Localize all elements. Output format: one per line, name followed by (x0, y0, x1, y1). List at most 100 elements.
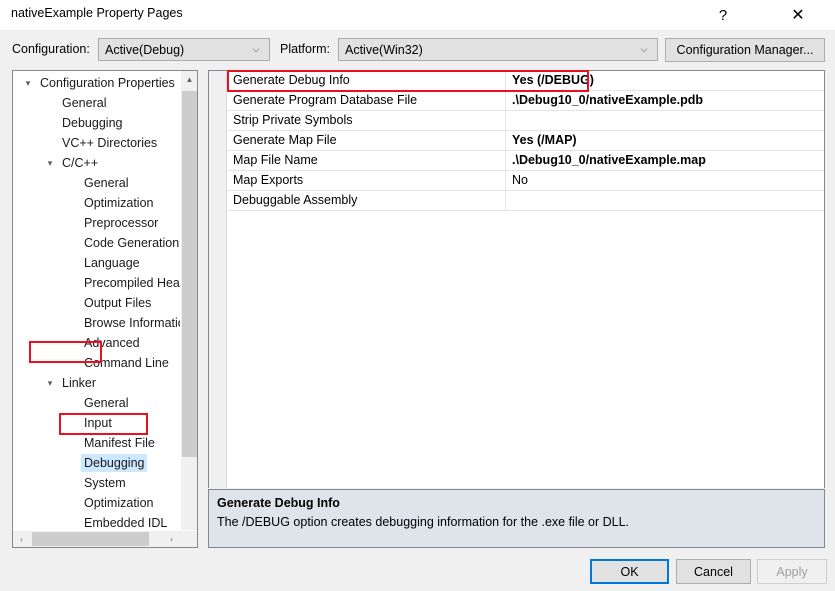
property-row[interactable]: Map File Name .\Debug10_0/nativeExample.m… (227, 151, 824, 171)
property-value[interactable] (506, 111, 824, 130)
tree-item-label: System (84, 476, 126, 490)
tree-horizontal-scrollbar[interactable]: ‹ › (13, 530, 197, 547)
tree-item-label: Optimization (84, 496, 154, 510)
description-panel: Generate Debug Info The /DEBUG option cr… (208, 489, 825, 548)
title-bar: nativeExample Property Pages ? ✕ (0, 0, 835, 30)
cancel-button[interactable]: Cancel (676, 559, 751, 584)
configuration-manager-button[interactable]: Configuration Manager... (665, 38, 825, 62)
tree-item-code-generation[interactable]: Code Generation (13, 233, 181, 253)
tree-item-c-c[interactable]: ▾ C/C++ (13, 153, 181, 173)
property-grid-gutter (209, 71, 227, 488)
property-row[interactable]: Generate Map File Yes (/MAP) (227, 131, 824, 151)
tree-item-general[interactable]: General (13, 393, 181, 413)
tree-item-label: Preprocessor (84, 216, 159, 230)
tree-item-label: Language (84, 256, 140, 270)
property-name: Debuggable Assembly (227, 191, 506, 210)
tree-item-label: Linker (62, 376, 97, 390)
configuration-tree[interactable]: ▾ Configuration Properties General Debuggin… (12, 70, 198, 548)
window-title: nativeExample Property Pages (11, 6, 183, 20)
description-title: Generate Debug Info (217, 496, 340, 510)
tree-item-preprocessor[interactable]: Preprocessor (13, 213, 181, 233)
tree-vertical-scrollbar[interactable]: ▲ ▼ (180, 71, 197, 547)
tree-item-debugging[interactable]: Debugging (13, 453, 181, 473)
chevron-down-icon: ⌵ (640, 44, 648, 54)
configuration-dropdown[interactable]: Active(Debug) ⌵ (98, 38, 270, 61)
platform-dropdown[interactable]: Active(Win32) ⌵ (338, 38, 658, 61)
tree-item-output-files[interactable]: Output Files (13, 293, 181, 313)
tree-item-debugging[interactable]: Debugging (13, 113, 181, 133)
chevron-down-icon[interactable]: ▾ (21, 73, 35, 93)
property-value[interactable]: Yes (/MAP) (506, 131, 824, 150)
close-icon[interactable]: ✕ (775, 0, 821, 30)
platform-label: Platform: (280, 42, 331, 56)
tree-item-label: C/C++ (62, 156, 99, 170)
property-name: Map Exports (227, 171, 506, 190)
scroll-up-icon[interactable]: ▲ (181, 71, 197, 88)
tree-item-label: Output Files (84, 296, 152, 310)
tree-item-general[interactable]: General (13, 173, 181, 193)
tree-item-label: Debugging (62, 116, 123, 130)
configuration-label: Configuration: (12, 42, 90, 56)
tree-item-list: ▾ Configuration Properties General Debuggin… (13, 73, 181, 533)
tree-item-label: Input (84, 416, 112, 430)
tree-item-general[interactable]: General (13, 93, 181, 113)
tree-item-command-line[interactable]: Command Line (13, 353, 181, 373)
tree-item-configuration-properties[interactable]: ▾ Configuration Properties (13, 73, 181, 93)
scrollbar-corner (180, 531, 197, 547)
tree-item-label: General (84, 176, 129, 190)
tree-item-label: General (84, 396, 129, 410)
property-name: Generate Debug Info (227, 71, 506, 90)
property-row[interactable]: Debuggable Assembly (227, 191, 824, 211)
property-value[interactable] (506, 191, 824, 210)
tree-item-label: VC++ Directories (62, 136, 158, 150)
property-value[interactable]: No (506, 171, 824, 190)
tree-item-language[interactable]: Language (13, 253, 181, 273)
tree-item-label: Code Generation (84, 236, 180, 250)
tree-item-label: Precompiled Headers (84, 276, 181, 290)
help-icon[interactable]: ? (700, 0, 746, 30)
tree-item-linker[interactable]: ▾ Linker (13, 373, 181, 393)
property-name: Generate Map File (227, 131, 506, 150)
scroll-left-icon[interactable]: ‹ (13, 531, 30, 547)
chevron-down-icon: ⌵ (252, 44, 260, 54)
tree-item-label: Command Line (84, 356, 169, 370)
property-name: Map File Name (227, 151, 506, 170)
chevron-down-icon[interactable]: ▾ (43, 153, 57, 173)
scroll-right-icon[interactable]: › (163, 531, 180, 547)
property-name: Generate Program Database File (227, 91, 506, 110)
apply-button[interactable]: Apply (757, 559, 827, 584)
tree-item-advanced[interactable]: Advanced (13, 333, 181, 353)
tree-vertical-scroll-thumb[interactable] (182, 91, 197, 457)
tree-item-label: Optimization (84, 196, 154, 210)
tree-item-label: Manifest File (84, 436, 155, 450)
tree-item-label: Debugging (81, 454, 148, 472)
tree-item-label: Configuration Properties (40, 76, 175, 90)
ok-button[interactable]: OK (590, 559, 669, 584)
tree-item-browse-information[interactable]: Browse Information (13, 313, 181, 333)
tree-item-label: Advanced (84, 336, 140, 350)
tree-item-system[interactable]: System (13, 473, 181, 493)
tree-item-manifest-file[interactable]: Manifest File (13, 433, 181, 453)
chevron-down-icon[interactable]: ▾ (43, 373, 57, 393)
property-row[interactable]: Map Exports No (227, 171, 824, 191)
tree-item-optimization[interactable]: Optimization (13, 193, 181, 213)
configuration-value: Active(Debug) (105, 42, 185, 57)
tree-item-vc-directories[interactable]: VC++ Directories (13, 133, 181, 153)
tree-horizontal-scroll-thumb[interactable] (32, 532, 149, 546)
tree-item-label: General (62, 96, 107, 110)
tree-item-label: Browse Information (84, 316, 181, 330)
property-name: Strip Private Symbols (227, 111, 506, 130)
property-row[interactable]: Generate Debug Info Yes (/DEBUG) (227, 71, 824, 91)
property-grid-rows: Generate Debug Info Yes (/DEBUG) Generate … (227, 71, 824, 211)
property-row[interactable]: Strip Private Symbols (227, 111, 824, 131)
property-value[interactable]: .\Debug10_0/nativeExample.pdb (506, 91, 824, 110)
platform-value: Active(Win32) (345, 42, 423, 57)
property-row[interactable]: Generate Program Database File .\Debug10_… (227, 91, 824, 111)
property-grid: Generate Debug Info Yes (/DEBUG) Generate … (208, 70, 825, 488)
tree-item-input[interactable]: Input (13, 413, 181, 433)
tree-item-optimization[interactable]: Optimization (13, 493, 181, 513)
tree-item-precompiled-headers[interactable]: Precompiled Headers (13, 273, 181, 293)
property-value[interactable]: Yes (/DEBUG) (506, 71, 824, 90)
description-text: The /DEBUG option creates debugging info… (217, 515, 630, 529)
property-value[interactable]: .\Debug10_0/nativeExample.map (506, 151, 824, 170)
